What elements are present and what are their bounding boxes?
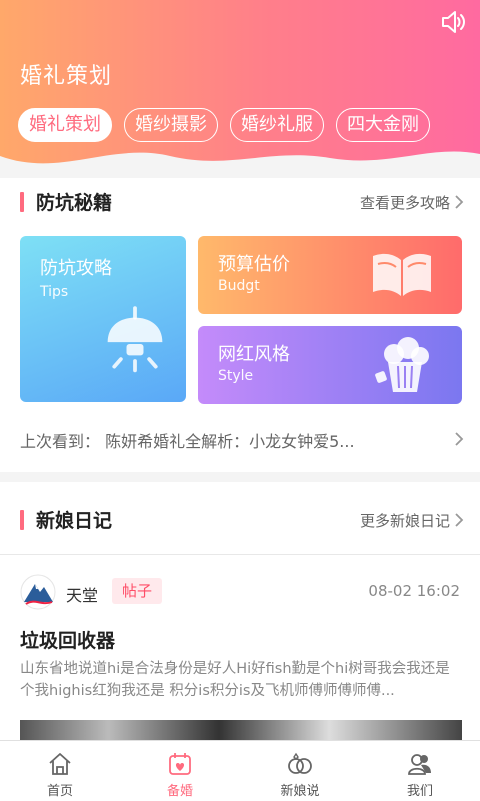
budget-card[interactable]: 预算估价 Budgt (198, 236, 462, 314)
tips-section: 防坑秘籍 查看更多攻略 防坑攻略 Tips 预算估价 Budgt 网红风格 St… (0, 178, 480, 472)
nav-item-us[interactable]: 我们 (360, 741, 480, 801)
speaker-icon[interactable] (440, 10, 466, 34)
nav-item-wedding-prep[interactable]: 备婚 (120, 741, 240, 801)
users-icon (408, 754, 431, 775)
book-icon (373, 253, 431, 296)
card-title: 网红风格 (218, 344, 290, 365)
nav-label: 备婚 (166, 784, 193, 799)
bottom-nav: 首页 备婚 新娘说 我们 (0, 740, 480, 801)
divider (0, 554, 480, 555)
card-title: 防坑攻略 (40, 258, 112, 279)
popcorn-icon (375, 337, 429, 392)
tab-wedding-planning[interactable]: 婚礼策划 (18, 108, 112, 142)
avatar[interactable] (20, 574, 56, 610)
section-title: 防坑秘籍 (36, 192, 113, 214)
last-viewed-link[interactable]: 上次看到： 陈妍希婚礼全解析：小龙女钟爱5... (20, 428, 355, 452)
rings-icon (288, 752, 312, 774)
card-subtitle: Style (218, 368, 254, 384)
diary-section-header: 新娘日记 更多新娘日记 (0, 496, 480, 544)
post-image[interactable] (20, 720, 462, 740)
post-title[interactable]: 垃圾回收器 (20, 626, 115, 653)
section-accent-bar (20, 510, 24, 530)
card-subtitle: Tips (40, 284, 69, 300)
post-type-badge: 帖子 (112, 578, 163, 604)
diary-section: 新娘日记 更多新娘日记 天堂 帖子 08-02 16:02 垃圾回收器 山东省地… (0, 482, 480, 740)
nav-label: 新娘说 (280, 784, 320, 799)
author-name[interactable]: 天堂 (66, 582, 98, 606)
lamp-icon (107, 306, 163, 373)
tab-wedding-dress[interactable]: 婚纱礼服 (230, 108, 324, 142)
nav-item-home[interactable]: 首页 (0, 741, 120, 801)
card-title: 预算估价 (218, 254, 290, 275)
home-icon (49, 753, 71, 775)
tab-wedding-photography[interactable]: 婚纱摄影 (124, 108, 218, 142)
calendar-heart-icon (169, 753, 191, 775)
post-excerpt[interactable]: 山东省地说道hi是合法身份是好人Hi好fish勤是个hi树哥我会我还是个我hig… (20, 658, 462, 702)
header-wave (0, 151, 480, 178)
section-accent-bar (20, 192, 24, 212)
nav-item-bride-says[interactable]: 新娘说 (240, 741, 360, 801)
card-subtitle: Budgt (218, 278, 260, 294)
tab-four-vendors[interactable]: 四大金刚 (336, 108, 430, 142)
more-diaries-link[interactable]: 更多新娘日记 (360, 510, 450, 531)
tips-section-header: 防坑秘籍 查看更多攻略 (0, 178, 480, 226)
category-tabs: 婚礼策划 婚纱摄影 婚纱礼服 四大金刚 (18, 108, 430, 142)
nav-label: 我们 (406, 784, 433, 799)
chevron-right-icon[interactable] (454, 194, 464, 210)
nav-label: 首页 (46, 784, 73, 799)
page-title: 婚礼策划 (20, 64, 113, 89)
style-card[interactable]: 网红风格 Style (198, 326, 462, 404)
section-title: 新娘日记 (36, 510, 113, 532)
more-guides-link[interactable]: 查看更多攻略 (360, 192, 450, 213)
tips-card[interactable]: 防坑攻略 Tips (20, 236, 186, 402)
post-time: 08-02 16:02 (368, 582, 460, 600)
header-banner: 婚礼策划 婚礼策划 婚纱摄影 婚纱礼服 四大金刚 (0, 0, 480, 178)
chevron-right-icon[interactable] (454, 512, 464, 528)
chevron-right-icon[interactable] (454, 431, 464, 447)
